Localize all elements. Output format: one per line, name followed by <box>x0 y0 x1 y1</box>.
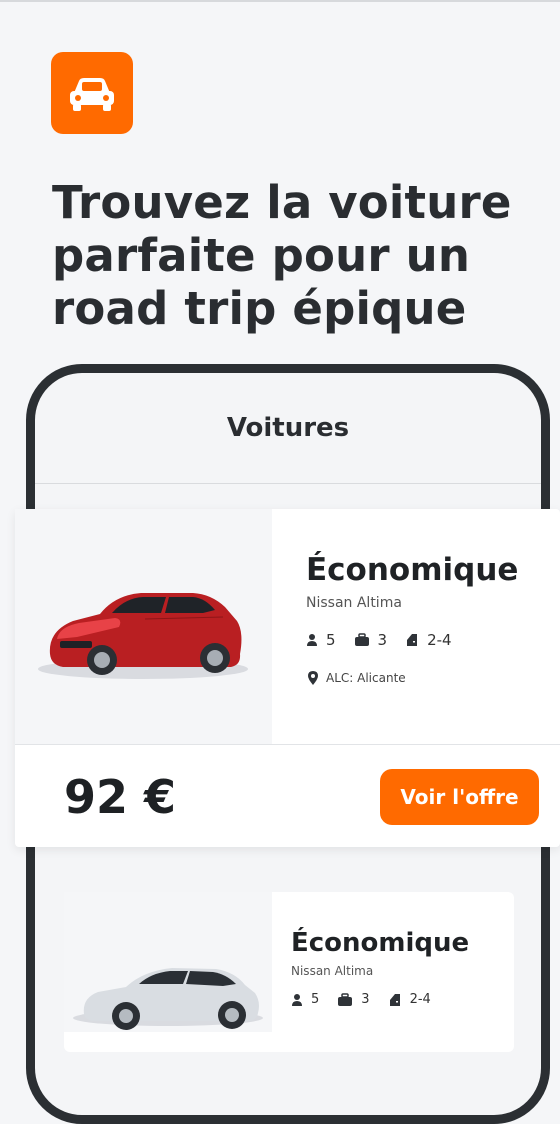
bags-count-2: 3 <box>361 992 370 1007</box>
car-image <box>38 593 248 679</box>
car-category-2: Économique <box>291 928 470 958</box>
card-divider <box>15 744 560 745</box>
doors-count: 2-4 <box>427 631 452 649</box>
door-icon <box>407 634 418 646</box>
bags-count: 3 <box>377 631 388 649</box>
headline-line-1: Trouvez la voiture <box>52 176 512 229</box>
car-offer-card-2[interactable]: Économique Nissan Altima 5 3 2-4 <box>64 892 514 1052</box>
passengers-spec-2: 5 <box>291 992 319 1007</box>
suitcase-icon <box>338 992 353 1006</box>
bags-spec: 3 <box>354 631 388 649</box>
car-icon <box>70 78 114 111</box>
headline-line-2: parfaite pour un <box>52 229 471 282</box>
app-logo <box>51 52 133 134</box>
headline: Trouvez la voiture parfaite pour un road… <box>52 176 522 335</box>
car-category: Économique <box>306 552 519 588</box>
person-icon <box>292 993 302 1006</box>
person-icon <box>307 634 317 646</box>
car-image-area <box>15 509 272 744</box>
car-image-area-2 <box>64 892 272 1032</box>
location-text: ALC: Alicante <box>326 671 406 685</box>
car-specs: 5 3 2-4 <box>306 631 470 649</box>
car-model-2: Nissan Altima <box>291 964 374 978</box>
door-icon <box>389 993 400 1006</box>
passengers-count-2: 5 <box>311 992 320 1007</box>
passengers-spec: 5 <box>306 631 336 649</box>
location-pin-icon <box>308 671 318 685</box>
doors-spec: 2-4 <box>405 631 452 649</box>
price: 92 € <box>64 770 177 824</box>
passengers-count: 5 <box>326 631 336 649</box>
headline-line-3: road trip épique <box>52 282 467 335</box>
doors-count-2: 2-4 <box>409 992 431 1007</box>
phone-title: Voitures <box>35 373 541 484</box>
suitcase-icon <box>354 633 369 646</box>
view-offer-button[interactable]: Voir l'offre <box>380 769 539 825</box>
top-divider <box>0 0 560 2</box>
pickup-location: ALC: Alicante <box>308 671 406 685</box>
bags-spec-2: 3 <box>337 992 370 1007</box>
car-model: Nissan Altima <box>306 595 402 611</box>
car-image-2 <box>73 968 263 1030</box>
car-specs-2: 5 3 2-4 <box>291 992 449 1007</box>
doors-spec-2: 2-4 <box>388 992 431 1007</box>
